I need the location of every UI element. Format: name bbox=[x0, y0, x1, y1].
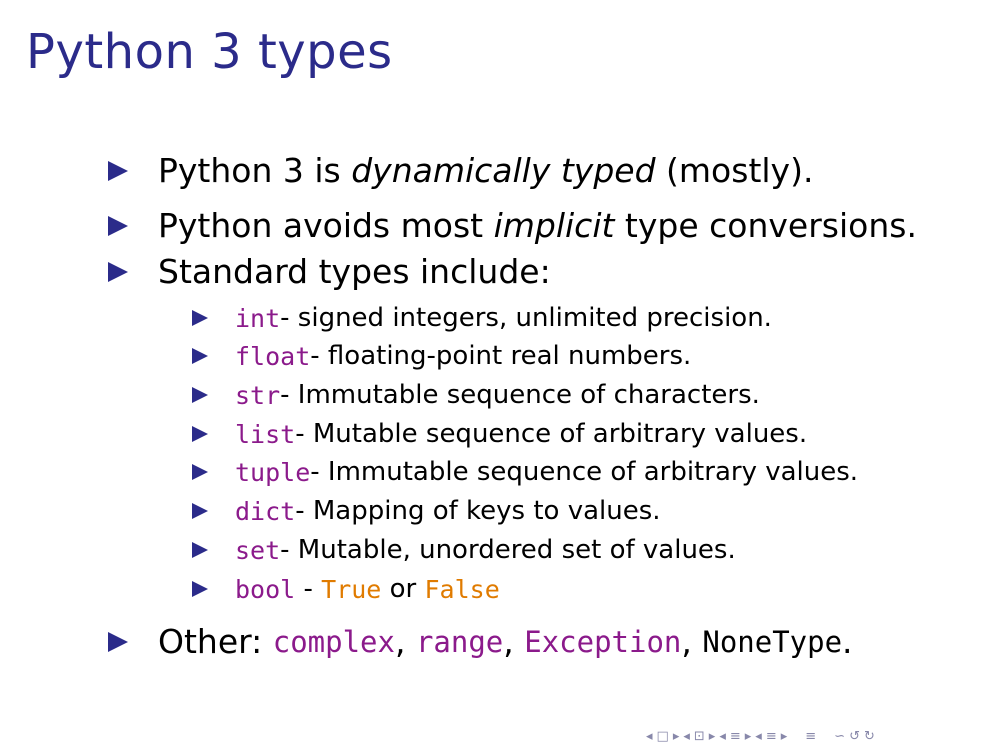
text-post: type conversions. bbox=[614, 206, 917, 245]
bullet-text: Python avoids most implicit type convers… bbox=[158, 206, 917, 245]
sub-bullet-dict: dict - Mapping of keys to values. bbox=[192, 496, 661, 526]
triangle-bullet-icon bbox=[192, 503, 208, 519]
comma: , bbox=[681, 622, 703, 661]
bullet-text: Python 3 is dynamically typed (mostly). bbox=[158, 151, 813, 190]
type-name: dict bbox=[235, 496, 296, 526]
triangle-bullet-icon bbox=[192, 348, 208, 364]
type-name: tuple bbox=[235, 457, 311, 487]
sub-bullet-int: int - signed integers, unlimited precisi… bbox=[192, 303, 772, 333]
sub-bullet-float: float - floating-point real numbers. bbox=[192, 341, 691, 371]
bullet-implicit-conversions: Python avoids most implicit type convers… bbox=[108, 206, 917, 245]
sub-bullet-bool: bool - True or False bbox=[192, 574, 500, 604]
type-description: - Mutable, unordered set of values. bbox=[280, 535, 736, 565]
triangle-bullet-icon bbox=[192, 581, 208, 597]
nav-section-icon[interactable]: ≡ bbox=[730, 729, 742, 744]
nav-align-icon[interactable]: ≡ bbox=[805, 729, 817, 744]
type-exception: Exception bbox=[524, 624, 682, 659]
type-name: float bbox=[235, 341, 311, 371]
nav-search-icon[interactable]: ∽ bbox=[834, 729, 846, 744]
sub-bullet-str: str - Immutable sequence of characters. bbox=[192, 380, 760, 410]
nav-part-icon[interactable]: ≡ bbox=[766, 729, 778, 744]
type-name: list bbox=[235, 419, 296, 449]
type-nonetype: NoneType bbox=[702, 624, 843, 659]
triangle-bullet-icon bbox=[192, 542, 208, 558]
period: . bbox=[842, 622, 853, 661]
text-emphasis: dynamically typed bbox=[351, 151, 656, 190]
bullet-dynamic-typing: Python 3 is dynamically typed (mostly). bbox=[108, 151, 813, 190]
nav-next-subsection-icon[interactable]: ▸ bbox=[709, 729, 717, 744]
type-name: set bbox=[235, 535, 281, 565]
triangle-bullet-icon bbox=[108, 215, 128, 236]
bullet-standard-types: Standard types include: bbox=[108, 252, 551, 291]
nav-forward-icon[interactable]: ↻ bbox=[864, 729, 876, 744]
triangle-bullet-icon bbox=[108, 631, 128, 652]
type-range: range bbox=[415, 624, 504, 659]
beamer-navigation-bar: ◂ □ ▸ ◂ ⊡ ▸ ◂ ≡ ▸ ◂ ≡ ▸ ≡ ∽ ↺ ↻ bbox=[646, 729, 879, 744]
nav-prev-subsection-icon[interactable]: ◂ bbox=[683, 729, 691, 744]
type-description: - floating-point real numbers. bbox=[310, 341, 692, 371]
separator: - bbox=[295, 574, 322, 604]
triangle-bullet-icon bbox=[108, 160, 128, 181]
literal-false: False bbox=[424, 574, 500, 604]
type-name: bool bbox=[235, 574, 296, 604]
nav-prev-frame-icon[interactable]: ◂ bbox=[646, 729, 654, 744]
text-post: (mostly). bbox=[655, 151, 814, 190]
nav-subsection-icon[interactable]: ⊡ bbox=[694, 729, 706, 744]
type-description: - Mapping of keys to values. bbox=[295, 496, 661, 526]
triangle-bullet-icon bbox=[192, 310, 208, 326]
text-pre: Python 3 is bbox=[158, 151, 352, 190]
type-description: - Immutable sequence of characters. bbox=[280, 380, 760, 410]
nav-next-section-icon[interactable]: ▸ bbox=[745, 729, 753, 744]
or-text: or bbox=[381, 574, 425, 604]
slide-title: Python 3 types bbox=[26, 24, 393, 80]
sub-bullet-list: list - Mutable sequence of arbitrary val… bbox=[192, 419, 807, 449]
triangle-bullet-icon bbox=[192, 426, 208, 442]
text-emphasis: implicit bbox=[493, 206, 615, 245]
nav-next-frame-icon[interactable]: ▸ bbox=[673, 729, 681, 744]
bullet-text: Standard types include: bbox=[158, 252, 551, 291]
type-description: - signed integers, unlimited precision. bbox=[280, 303, 772, 333]
bullet-other-types: Other: complex, range, Exception, NoneTy… bbox=[108, 622, 853, 661]
sub-bullet-tuple: tuple - Immutable sequence of arbitrary … bbox=[192, 457, 858, 487]
triangle-bullet-icon bbox=[192, 387, 208, 403]
text-pre: Python avoids most bbox=[158, 206, 494, 245]
literal-true: True bbox=[321, 574, 382, 604]
text-pre: Other: bbox=[158, 622, 273, 661]
comma: , bbox=[394, 622, 416, 661]
type-description: - Mutable sequence of arbitrary values. bbox=[295, 419, 808, 449]
nav-back-icon[interactable]: ↺ bbox=[849, 729, 861, 744]
nav-prev-part-icon[interactable]: ◂ bbox=[755, 729, 763, 744]
type-name: str bbox=[235, 380, 281, 410]
comma: , bbox=[503, 622, 525, 661]
type-description: - Immutable sequence of arbitrary values… bbox=[310, 457, 859, 487]
nav-prev-section-icon[interactable]: ◂ bbox=[719, 729, 727, 744]
sub-bullet-set: set - Mutable, unordered set of values. bbox=[192, 535, 736, 565]
type-complex: complex bbox=[272, 624, 395, 659]
triangle-bullet-icon bbox=[108, 261, 128, 282]
triangle-bullet-icon bbox=[192, 464, 208, 480]
nav-next-part-icon[interactable]: ▸ bbox=[781, 729, 789, 744]
type-name: int bbox=[235, 303, 281, 333]
nav-frame-icon[interactable]: □ bbox=[657, 729, 670, 744]
